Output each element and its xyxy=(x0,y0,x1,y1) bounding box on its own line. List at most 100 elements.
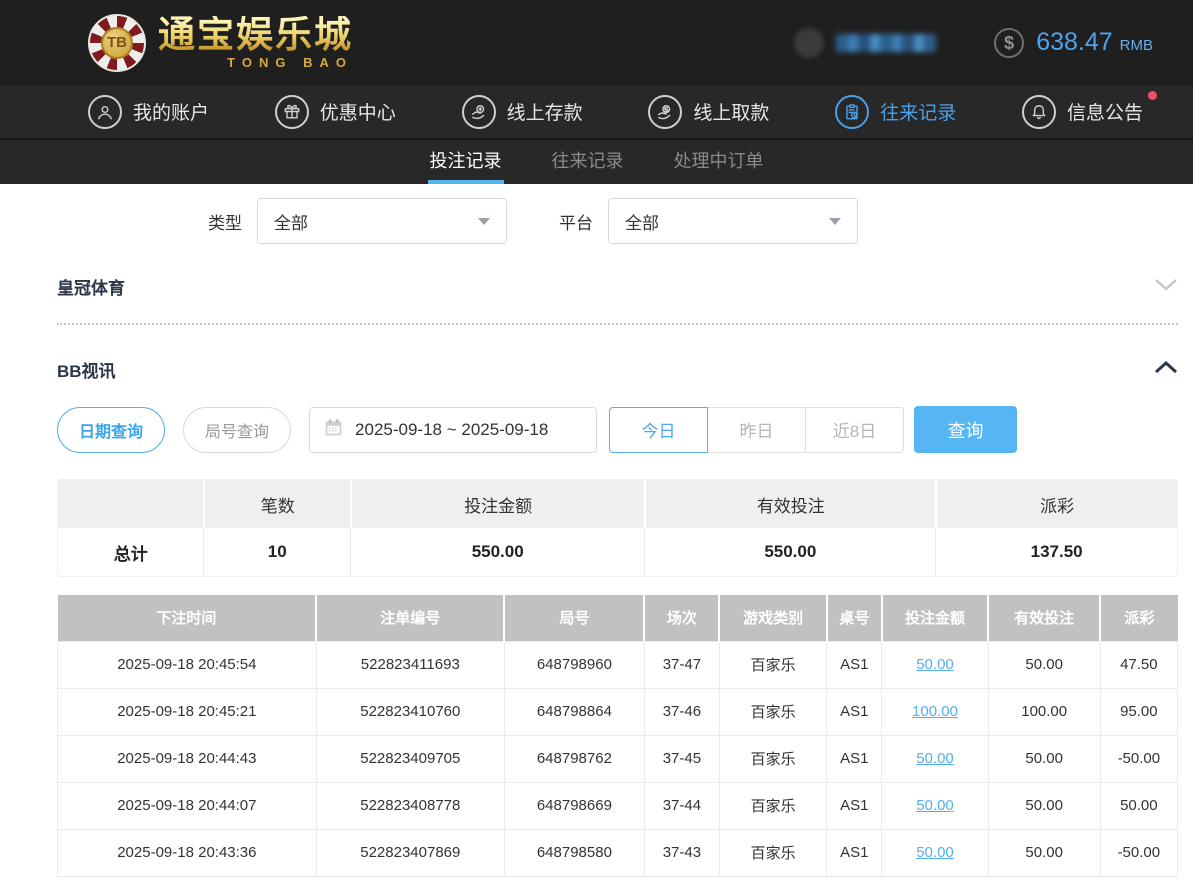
nav-item-online-withdraw[interactable]: 线上取款 xyxy=(648,94,770,129)
col-table-no: 桌号 xyxy=(825,595,882,641)
tab-pending-orders[interactable]: 处理中订单 xyxy=(672,140,766,184)
balance-currency: RMB xyxy=(1119,37,1153,54)
main-nav: 我的账户 优惠中心 线上存款 线上取款 往来记录 信息公告 xyxy=(0,85,1193,138)
calendar-icon xyxy=(323,417,344,443)
game-type-cell: 百家乐 xyxy=(718,640,828,689)
nav-label: 往来记录 xyxy=(880,103,957,124)
nav-item-announcements[interactable]: 信息公告 xyxy=(1021,90,1157,129)
type-select[interactable]: 全部 xyxy=(257,198,507,244)
bet-amount-cell[interactable]: 50.00 xyxy=(881,781,989,830)
bet-amount-cell[interactable]: 50.00 xyxy=(881,734,989,783)
chevron-down-icon xyxy=(478,217,490,225)
payout-cell: -50.00 xyxy=(1099,828,1179,877)
payout-cell: 95.00 xyxy=(1099,687,1179,736)
table-row: 2025-09-18 20:43:36 522823407869 6487985… xyxy=(57,828,1179,877)
today-button[interactable]: 今日 xyxy=(609,406,709,453)
bet-records-table: 下注时间 注单编号 局号 场次 游戏类别 桌号 投注金额 有效投注 派彩 202… xyxy=(57,595,1179,877)
session-cell: 37-43 xyxy=(643,828,720,877)
round-id-cell: 648798762 xyxy=(503,734,645,783)
round-id-cell: 648798960 xyxy=(503,640,645,689)
bet-amount-link[interactable]: 50.00 xyxy=(916,656,954,673)
summary-header-valid-bet: 有效投注 xyxy=(644,480,936,528)
nav-item-online-deposit[interactable]: 线上存款 xyxy=(461,94,583,129)
payout-cell: 50.00 xyxy=(1099,781,1179,830)
chip-monogram: TB xyxy=(101,26,133,59)
site-logo[interactable]: TB 通宝娱乐城 TONG BAO xyxy=(88,13,353,72)
bet-amount-link[interactable]: 100.00 xyxy=(912,703,958,720)
chevron-down-icon[interactable] xyxy=(1154,278,1178,296)
user-avatar[interactable] xyxy=(794,27,825,58)
deposit-icon xyxy=(461,94,496,129)
summary-header-row: 笔数 投注金额 有效投注 派彩 xyxy=(58,480,1177,528)
chevron-down-icon xyxy=(829,217,841,225)
col-session: 场次 xyxy=(643,595,720,641)
dollar-coin-icon: $ xyxy=(994,27,1025,58)
valid-bet-cell: 50.00 xyxy=(987,828,1101,877)
ticket-id-cell: 522823409705 xyxy=(315,734,505,783)
valid-bet-cell: 100.00 xyxy=(987,687,1101,736)
session-cell: 37-47 xyxy=(643,640,720,689)
casino-chip-icon: TB xyxy=(88,13,146,72)
table-no-cell: AS1 xyxy=(826,687,883,736)
nav-item-promotions[interactable]: 优惠中心 xyxy=(274,94,396,129)
nav-label: 信息公告 xyxy=(1066,103,1143,124)
nav-item-my-account[interactable]: 我的账户 xyxy=(88,94,209,129)
query-controls: 日期查询 局号查询 2025-09-18 ~ 2025-09-18 今日 昨日 … xyxy=(57,406,1178,453)
round-query-button[interactable]: 局号查询 xyxy=(183,406,292,453)
search-button[interactable]: 查询 xyxy=(914,406,1018,453)
summary-bet-amount: 550.00 xyxy=(350,528,645,576)
table-row: 2025-09-18 20:44:43 522823409705 6487987… xyxy=(57,734,1179,783)
bet-amount-link[interactable]: 50.00 xyxy=(916,844,954,861)
bet-time-cell: 2025-09-18 20:44:07 xyxy=(57,781,317,830)
table-no-cell: AS1 xyxy=(826,781,883,830)
summary-count: 10 xyxy=(203,528,351,576)
platform-select[interactable]: 全部 xyxy=(608,198,858,244)
bet-amount-cell[interactable]: 50.00 xyxy=(881,640,989,689)
notification-dot xyxy=(1148,90,1157,100)
col-ticket-id: 注单编号 xyxy=(315,595,505,641)
nav-item-transaction-records[interactable]: 往来记录 xyxy=(835,94,957,129)
balance-amount: 638.47 xyxy=(1036,28,1113,56)
col-bet-time: 下注时间 xyxy=(57,595,317,641)
type-select-value: 全部 xyxy=(274,213,308,233)
game-type-cell: 百家乐 xyxy=(718,781,828,830)
nav-label: 线上取款 xyxy=(693,103,770,124)
col-round-id: 局号 xyxy=(503,595,645,641)
col-payout: 派彩 xyxy=(1099,595,1178,641)
brand-name: 通宝娱乐城 xyxy=(158,13,353,55)
bet-amount-link[interactable]: 50.00 xyxy=(916,750,954,767)
top-header: TB 通宝娱乐城 TONG BAO $ 638.47 RMB xyxy=(0,0,1193,85)
records-icon xyxy=(835,94,870,129)
summary-valid-bet: 550.00 xyxy=(644,528,936,576)
date-range-input[interactable]: 2025-09-18 ~ 2025-09-18 xyxy=(309,406,598,453)
quick-date-group: 今日 昨日 近8日 xyxy=(609,406,905,453)
table-no-cell: AS1 xyxy=(826,640,883,689)
section-title-crown: 皇冠体育 xyxy=(57,279,125,298)
section-bb-video[interactable]: BB视讯 xyxy=(57,357,1178,382)
section-crown-sports[interactable]: 皇冠体育 xyxy=(57,274,1178,299)
bet-amount-cell[interactable]: 50.00 xyxy=(881,828,989,877)
col-bet-amount: 投注金额 xyxy=(880,595,989,641)
yesterday-button[interactable]: 昨日 xyxy=(707,406,807,453)
last8days-button[interactable]: 近8日 xyxy=(805,406,905,453)
tab-bet-records[interactable]: 投注记录 xyxy=(427,140,504,184)
section-divider xyxy=(57,323,1178,325)
chevron-up-icon[interactable] xyxy=(1154,360,1178,379)
game-type-cell: 百家乐 xyxy=(718,828,828,877)
valid-bet-cell: 50.00 xyxy=(987,781,1101,830)
user-icon xyxy=(88,94,122,129)
summary-total-label: 总计 xyxy=(58,528,204,576)
bell-icon xyxy=(1021,94,1056,129)
date-range-value: 2025-09-18 ~ 2025-09-18 xyxy=(355,419,549,439)
session-cell: 37-45 xyxy=(643,734,720,783)
table-row: 2025-09-18 20:45:21 522823410760 6487988… xyxy=(57,687,1179,736)
gift-icon xyxy=(274,94,309,129)
nav-label: 优惠中心 xyxy=(319,103,396,124)
tab-transaction-records[interactable]: 往来记录 xyxy=(550,140,626,184)
col-valid-bet: 有效投注 xyxy=(987,595,1101,641)
bet-amount-cell[interactable]: 100.00 xyxy=(881,687,989,736)
ticket-id-cell: 522823407869 xyxy=(315,828,505,877)
bet-amount-link[interactable]: 50.00 xyxy=(916,797,954,814)
summary-payout: 137.50 xyxy=(935,528,1177,576)
date-query-button[interactable]: 日期查询 xyxy=(57,406,166,453)
